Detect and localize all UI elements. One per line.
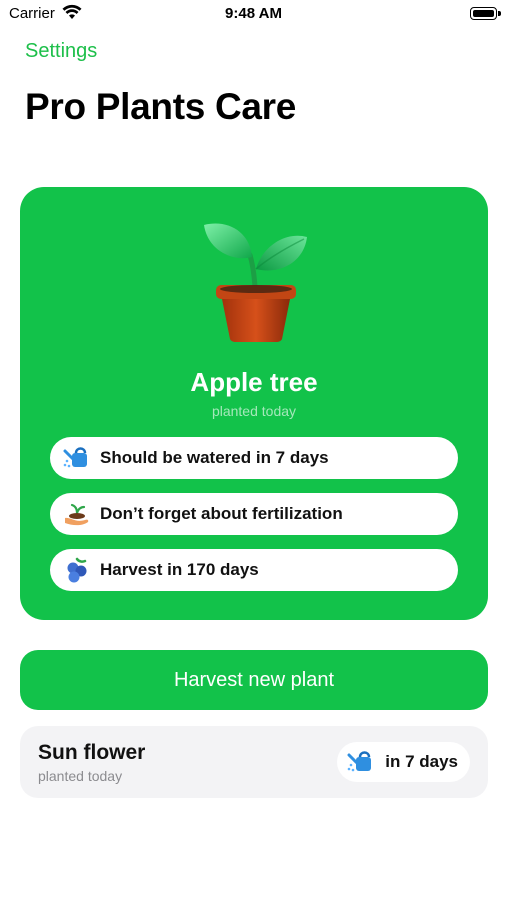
task-label: Harvest in 170 days bbox=[100, 560, 259, 579]
plant-planted-date: planted today bbox=[211, 403, 297, 419]
harvest-new-plant-button[interactable]: Harvest new plant bbox=[20, 650, 488, 710]
status-bar: Carrier 9:48 AM bbox=[0, 0, 507, 28]
berries-icon bbox=[62, 555, 92, 585]
plant-name: Apple tree bbox=[190, 367, 318, 397]
plant-list-planted-date: planted today bbox=[38, 768, 123, 784]
watering-badge: in 7 days bbox=[337, 742, 470, 782]
task-harvest: Harvest in 170 days bbox=[50, 549, 458, 591]
plant-list-name: Sun flower bbox=[38, 741, 146, 764]
watering-due-label: in 7 days bbox=[385, 752, 458, 771]
plant-list-item[interactable]: Sun flower planted today in 7 days bbox=[20, 726, 488, 798]
settings-back-button[interactable]: Settings bbox=[25, 40, 97, 63]
page-title: Pro Plants Care bbox=[25, 86, 297, 127]
potted-plant-icon bbox=[200, 217, 310, 342]
task-fertilization: Don’t forget about fertilization bbox=[50, 493, 458, 535]
task-label: Should be watered in 7 days bbox=[100, 448, 329, 467]
fertilizer-hand-icon bbox=[62, 499, 92, 529]
task-label: Don’t forget about fertilization bbox=[100, 504, 343, 523]
watering-can-icon bbox=[62, 443, 92, 473]
clock: 9:48 AM bbox=[225, 5, 282, 22]
watering-can-icon bbox=[347, 748, 375, 776]
current-plant-card: Apple tree planted today Should be water… bbox=[20, 187, 488, 620]
task-watering: Should be watered in 7 days bbox=[50, 437, 458, 479]
battery-icon bbox=[470, 7, 501, 20]
